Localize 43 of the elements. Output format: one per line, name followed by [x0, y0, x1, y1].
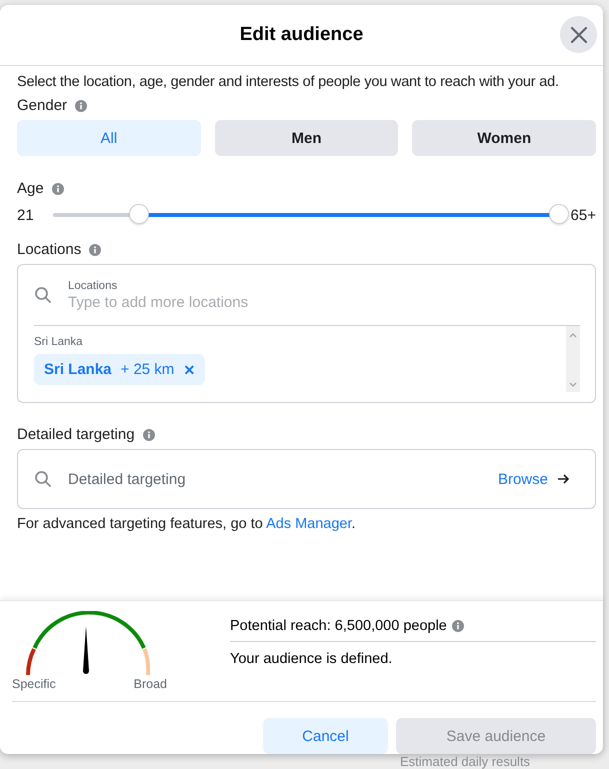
detailed-targeting-field[interactable]: Detailed targeting [68, 470, 482, 488]
background-heading: Estimated daily results [400, 754, 530, 769]
search-icon [34, 470, 52, 488]
arrow-right-icon [557, 473, 570, 485]
field-label: Locations [68, 280, 118, 292]
location-search-field[interactable]: Type to add more locations [68, 294, 368, 310]
audience-status-text: Your audience is defined. [230, 651, 394, 667]
section-label: Locations [17, 241, 82, 258]
section-label: Age [17, 180, 44, 197]
scrollbar[interactable] [566, 326, 580, 392]
ads-manager-link[interactable]: Ads Manager [266, 516, 352, 532]
potential-reach-text: Potential reach: 6,500,000 people [230, 618, 447, 634]
close-button[interactable] [560, 16, 597, 53]
scroll-down-icon[interactable] [569, 382, 577, 388]
search-icon [34, 286, 52, 304]
advanced-note: For advanced targeting features, go to Ads Manager. [17, 516, 357, 532]
info-icon[interactable] [75, 100, 88, 112]
slider-thumb[interactable] [128, 204, 149, 224]
gauge-label: Broad [134, 677, 167, 691]
info-icon[interactable] [452, 620, 464, 632]
age-max-reading: 65+ [570, 206, 596, 224]
slider-thumb[interactable] [548, 204, 569, 224]
location-chip[interactable]: Sri Lanka + 25 km ✕ [34, 354, 206, 385]
chip-name: Sri Lanka [44, 361, 112, 378]
gender-option[interactable]: Men [214, 120, 398, 156]
info-icon[interactable] [89, 244, 102, 256]
info-icon[interactable] [142, 428, 155, 440]
cancel-button[interactable]: Cancel [263, 718, 388, 754]
dialog-title: Edit audience [240, 24, 364, 46]
remove-button[interactable]: ✕ [183, 362, 196, 378]
group-label: Sri Lanka [34, 336, 84, 348]
chip-radius: + 25 km [120, 361, 174, 378]
gender-option[interactable]: Women [412, 120, 596, 156]
info-icon[interactable] [52, 182, 64, 194]
gauge-label: Specific [12, 677, 56, 691]
section-label: Gender [17, 97, 68, 114]
gender-option[interactable]: All [17, 120, 201, 156]
close-icon [570, 26, 588, 44]
age-min-reading: 21 [17, 206, 35, 224]
scroll-up-icon[interactable] [569, 332, 577, 338]
browse-button[interactable]: Browse [498, 470, 570, 488]
intro-text: Select the location, age, gender and interests of people you want to reach with your ad. [17, 74, 560, 90]
section-label: Detailed targeting [17, 426, 135, 443]
